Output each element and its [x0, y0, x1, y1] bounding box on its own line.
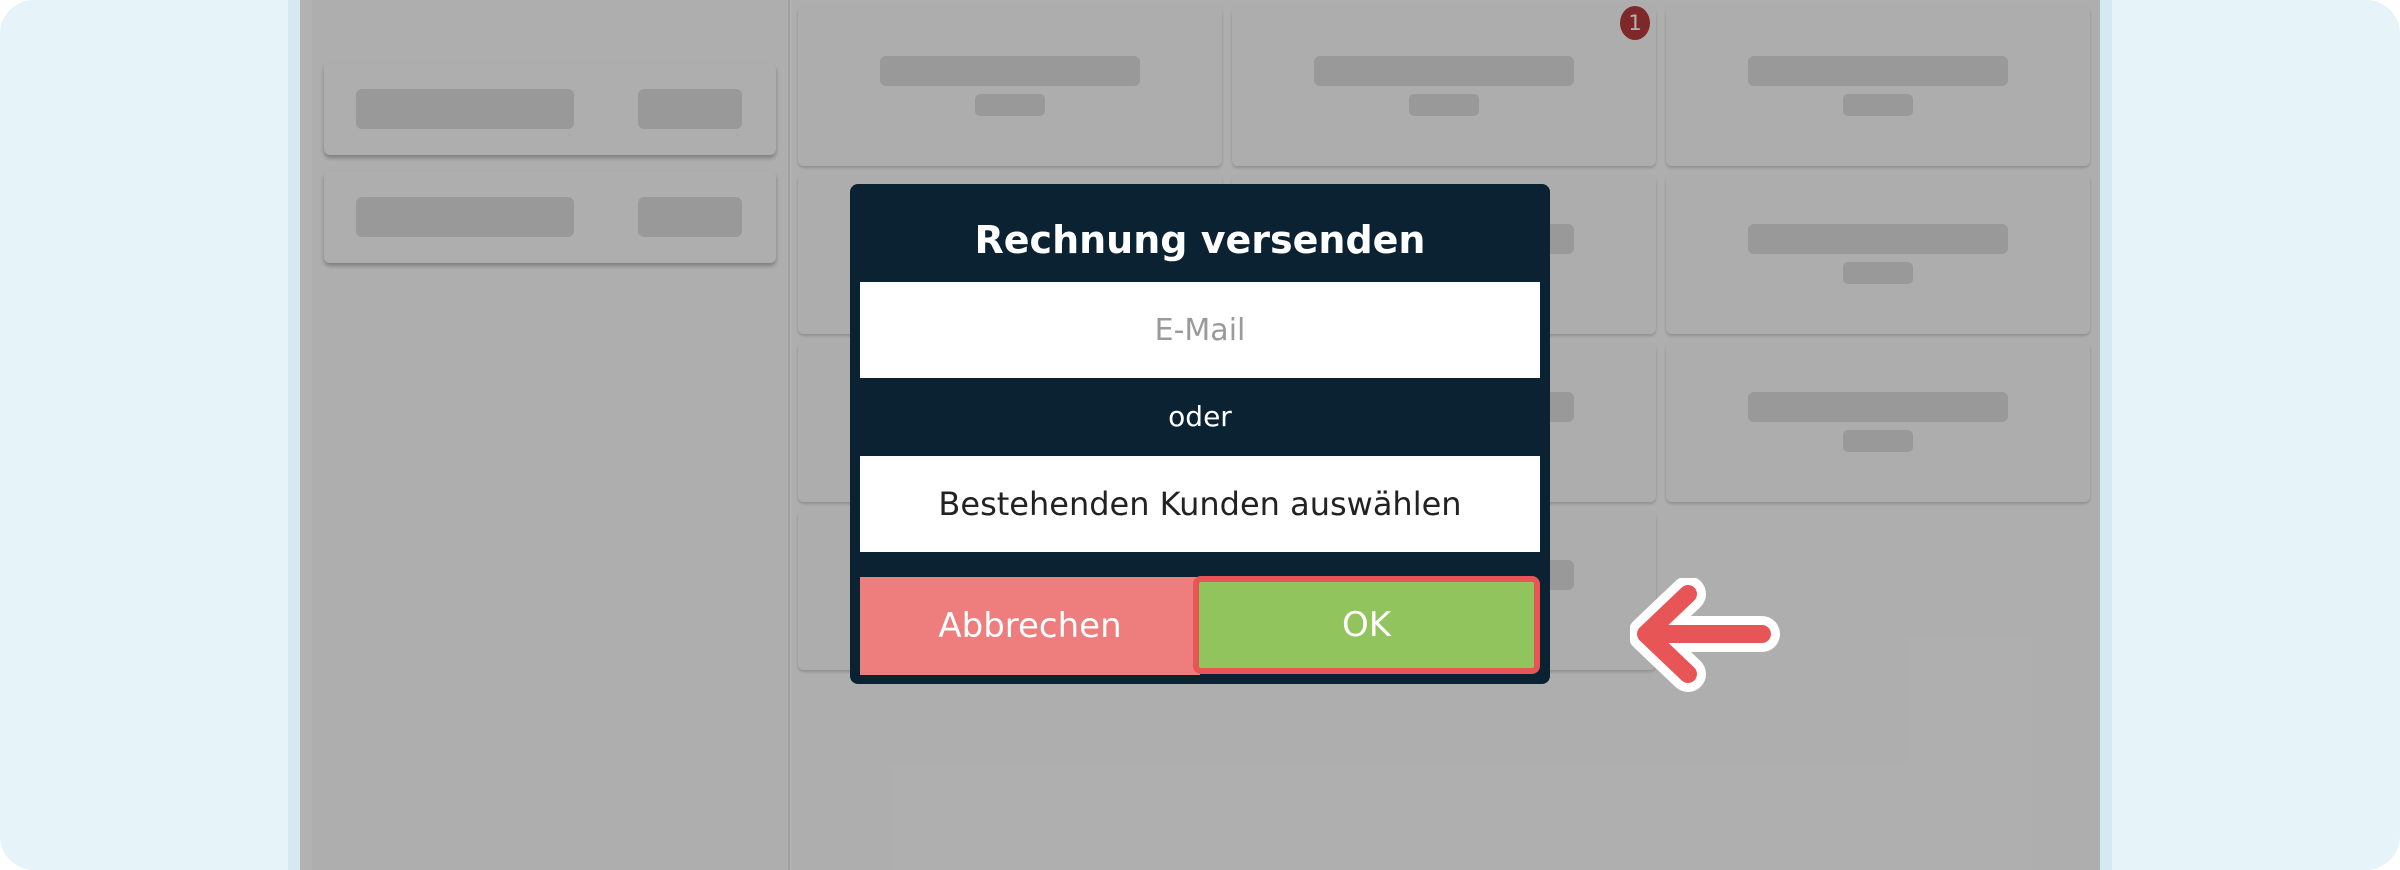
frame-edge-left — [288, 0, 300, 870]
pos-app: 1 Rechnung versenden oder Bestehenden Ku… — [300, 0, 2100, 870]
dialog-title: Rechnung versenden — [974, 218, 1426, 262]
send-invoice-dialog: Rechnung versenden oder Bestehenden Kund… — [850, 184, 1550, 684]
select-customer-button[interactable]: Bestehenden Kunden auswählen — [860, 456, 1540, 552]
screenshot-frame: 1 Rechnung versenden oder Bestehenden Ku… — [0, 0, 2400, 870]
frame-edge-right — [2100, 0, 2112, 870]
email-input[interactable] — [860, 282, 1540, 378]
cancel-button[interactable]: Abbrechen — [860, 577, 1200, 675]
separator-text: oder — [1168, 400, 1232, 433]
arrow-left-icon — [1630, 578, 1780, 692]
ok-button[interactable]: OK — [1193, 576, 1540, 674]
